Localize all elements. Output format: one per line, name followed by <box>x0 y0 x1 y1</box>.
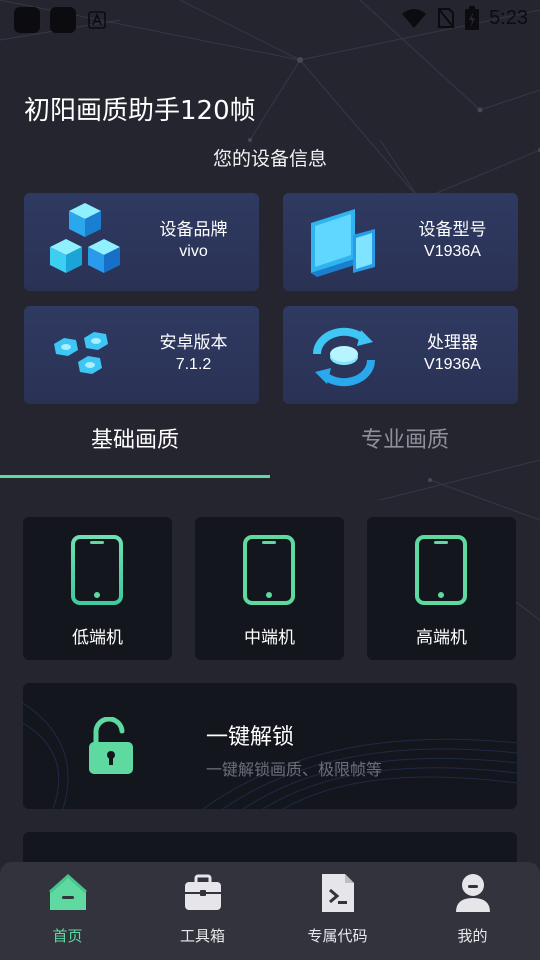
info-card-model: 设备型号 V1936A <box>283 193 518 291</box>
home-icon <box>48 873 87 910</box>
toolbox-icon <box>184 874 221 910</box>
one-click-unlock-button[interactable]: 一键解锁 一键解锁画质、极限帧等 <box>23 683 517 809</box>
phone-icon <box>243 535 295 605</box>
battery-icon <box>465 6 480 30</box>
sync-chip-icon <box>312 327 376 387</box>
profile-icon <box>455 874 490 912</box>
active-tab-indicator <box>0 475 270 478</box>
tab-basic-quality[interactable]: 基础画质 <box>0 422 270 454</box>
info-label: 安卓版本 <box>159 333 228 353</box>
phone-icon <box>415 535 467 605</box>
code-file-icon <box>321 874 354 912</box>
notification-app-icon <box>50 7 76 33</box>
tab-pro-quality[interactable]: 专业画质 <box>270 422 540 454</box>
low-end-device-button[interactable]: 低端机 <box>23 517 172 660</box>
nav-label: 工具箱 <box>179 927 225 945</box>
unlock-title: 一键解锁 <box>206 725 295 750</box>
devices-icon <box>311 209 375 277</box>
status-bar: 5:23 <box>0 0 540 36</box>
notification-icons <box>14 7 108 33</box>
no-sim-icon <box>437 7 455 29</box>
mid-range-device-button[interactable]: 中端机 <box>195 517 344 660</box>
info-value: V1936A <box>424 356 481 373</box>
status-time: 5:23 <box>489 6 528 29</box>
cubes-icon <box>50 203 120 273</box>
nav-home[interactable]: 首页 <box>0 872 135 952</box>
device-tier-label: 高端机 <box>416 628 467 648</box>
nav-label: 首页 <box>52 927 83 945</box>
info-value: 7.1.2 <box>175 356 212 373</box>
phone-icon <box>71 535 123 605</box>
nav-profile[interactable]: 我的 <box>405 872 540 952</box>
wifi-icon <box>402 9 427 28</box>
device-info-heading: 您的设备信息 <box>212 148 327 170</box>
info-value: vivo <box>179 243 208 260</box>
info-card-brand: 设备品牌 vivo <box>24 193 259 291</box>
info-label: 设备品牌 <box>159 220 228 240</box>
nav-exclusive-code[interactable]: 专属代码 <box>270 872 405 952</box>
info-card-processor: 处理器 V1936A <box>283 306 518 404</box>
nav-label: 专属代码 <box>307 927 368 945</box>
high-end-device-button[interactable]: 高端机 <box>367 517 516 660</box>
notification-app-icon <box>14 7 40 33</box>
info-label: 设备型号 <box>418 220 487 240</box>
bottom-navigation: 首页 工具箱 专属代码 我的 <box>0 862 540 960</box>
nuts-icon <box>54 332 108 374</box>
font-notification-icon <box>86 9 108 31</box>
device-tier-label: 中端机 <box>244 628 295 648</box>
unlock-description: 一键解锁画质、极限帧等 <box>206 760 383 779</box>
unlock-icon <box>89 717 133 774</box>
info-label: 处理器 <box>427 333 478 353</box>
app-title: 初阳画质助手120帧 <box>24 96 256 126</box>
device-tier-label: 低端机 <box>72 628 123 648</box>
nav-label: 我的 <box>457 927 488 945</box>
nav-toolbox[interactable]: 工具箱 <box>135 872 270 952</box>
info-value: V1936A <box>424 243 481 260</box>
info-card-android: 安卓版本 7.1.2 <box>24 306 259 404</box>
